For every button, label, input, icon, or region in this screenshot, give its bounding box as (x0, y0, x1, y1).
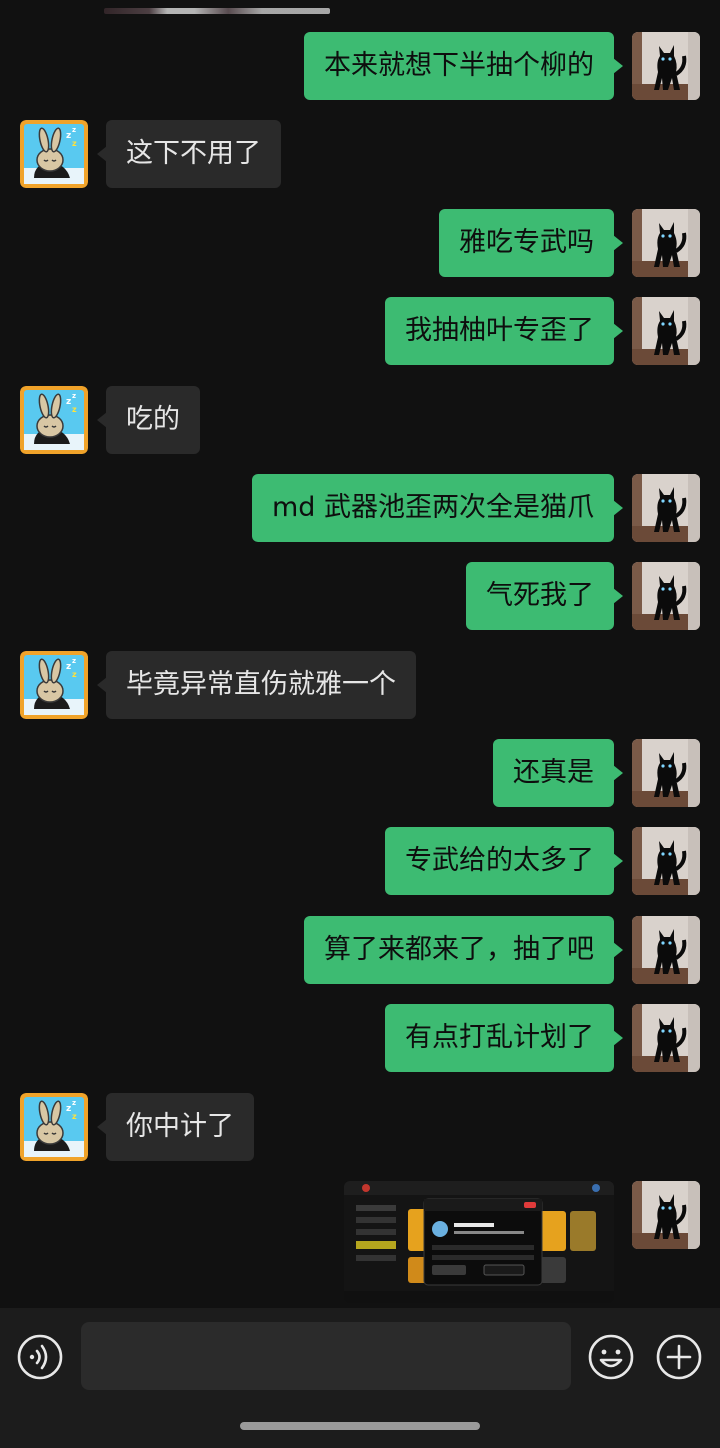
message-bubble-mine[interactable]: 专武给的太多了 (385, 827, 623, 895)
sleeping-bunny-avatar[interactable] (20, 1093, 88, 1161)
message-row-theirs: 你中计了 (0, 1093, 720, 1161)
black-cat-avatar[interactable] (632, 827, 700, 895)
message-bubble-mine[interactable]: 我抽柚叶专歪了 (385, 297, 623, 365)
message-bubble-theirs[interactable]: 吃的 (97, 386, 200, 454)
message-row-theirs: 毕竟异常直伤就雅一个 (0, 651, 720, 719)
black-cat-avatar[interactable] (632, 916, 700, 984)
message-bubble-mine[interactable]: 还真是 (493, 739, 623, 807)
message-bubble-mine[interactable]: 雅吃专武吗 (439, 209, 623, 277)
black-cat-avatar[interactable] (632, 297, 700, 365)
message-row-mine: 我抽柚叶专歪了 (0, 297, 720, 365)
message-input[interactable] (81, 1322, 571, 1390)
game-screenshot-image (344, 1181, 614, 1303)
message-row-mine: 本来就想下半抽个柳的 (0, 32, 720, 100)
message-row-mine: 有点打乱计划了 (0, 1004, 720, 1072)
message-row-mine: 还真是 (0, 739, 720, 807)
image-message-thumbnail[interactable] (344, 1181, 614, 1303)
message-row-mine: md 武器池歪两次全是猫爪 (0, 474, 720, 542)
message-bubble-mine[interactable]: 本来就想下半抽个柳的 (304, 32, 623, 100)
home-indicator[interactable] (240, 1422, 480, 1430)
message-row-mine: 算了来都来了，抽了吧 (0, 916, 720, 984)
black-cat-avatar[interactable] (632, 739, 700, 807)
message-bubble-theirs[interactable]: 你中计了 (97, 1093, 254, 1161)
message-bubble-mine[interactable]: md 武器池歪两次全是猫爪 (251, 474, 624, 542)
plus-icon[interactable] (656, 1334, 702, 1380)
message-row-theirs: 这下不用了 (0, 120, 720, 188)
sleeping-bunny-avatar[interactable] (20, 386, 88, 454)
message-bubble-mine[interactable]: 算了来都来了，抽了吧 (304, 916, 623, 984)
black-cat-avatar[interactable] (632, 562, 700, 630)
sleeping-bunny-avatar[interactable] (20, 651, 88, 719)
message-bubble-theirs[interactable]: 毕竟异常直伤就雅一个 (97, 651, 416, 719)
emoji-icon[interactable] (588, 1334, 634, 1380)
black-cat-avatar[interactable] (632, 1004, 700, 1072)
chat-screen: 本来就想下半抽个柳的 这下不用了 雅吃专武吗 我抽柚叶专歪了 吃的 md 武器池… (0, 0, 720, 1448)
black-cat-avatar[interactable] (632, 1181, 700, 1249)
message-row-mine: 气死我了 (0, 562, 720, 630)
voice-icon[interactable] (17, 1334, 63, 1380)
message-row-theirs: 吃的 (0, 386, 720, 454)
black-cat-avatar[interactable] (632, 32, 700, 100)
input-bar (0, 1308, 720, 1448)
message-bubble-mine[interactable]: 气死我了 (466, 562, 623, 630)
message-bubble-theirs[interactable]: 这下不用了 (97, 120, 281, 188)
previous-image-edge (104, 8, 330, 14)
message-row-mine: 雅吃专武吗 (0, 209, 720, 277)
black-cat-avatar[interactable] (632, 209, 700, 277)
message-row-mine: 专武给的太多了 (0, 827, 720, 895)
message-bubble-mine[interactable]: 有点打乱计划了 (385, 1004, 623, 1072)
sleeping-bunny-avatar[interactable] (20, 120, 88, 188)
black-cat-avatar[interactable] (632, 474, 700, 542)
